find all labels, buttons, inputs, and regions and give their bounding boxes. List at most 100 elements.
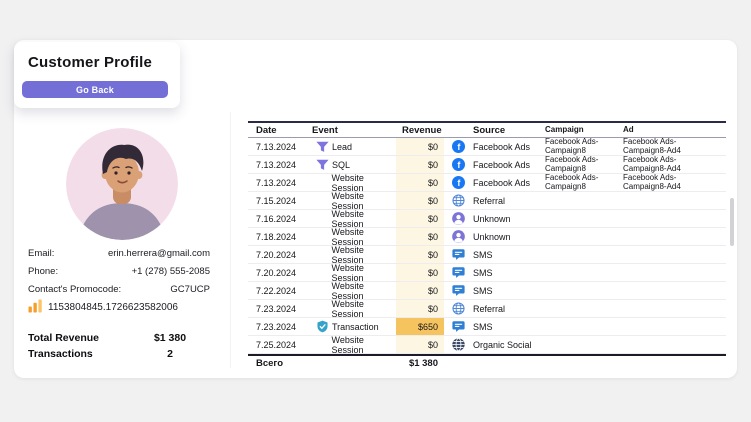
person-icon <box>451 230 465 243</box>
email-value: erin.herrera@gmail.com <box>108 248 210 259</box>
table-row[interactable]: 7.20.2024 Website Session $0 SMS <box>248 264 726 282</box>
cell-event: Website Session <box>312 192 396 209</box>
cell-event: Lead <box>312 138 396 155</box>
source-label: Unknown <box>473 214 511 224</box>
cell-revenue: $0 <box>396 138 444 155</box>
table-row[interactable]: 7.20.2024 Website Session $0 SMS <box>248 246 726 264</box>
source-label: Facebook Ads <box>473 142 530 152</box>
cell-revenue: $0 <box>396 336 444 353</box>
cell-source: Organic Social <box>444 336 545 353</box>
table-row[interactable]: 7.18.2024 Website Session $0 Unknown <box>248 228 726 246</box>
facebook-icon: f <box>451 158 465 171</box>
table-row[interactable]: 7.13.2024 SQL $0 f Facebook Ads Facebook… <box>248 156 726 174</box>
table-row[interactable]: 7.23.2024 Website Session $0 Referral <box>248 300 726 318</box>
cell-ad <box>623 210 726 227</box>
cell-ad <box>623 246 726 263</box>
bar-chart-icon <box>28 299 43 316</box>
cell-date: 7.25.2024 <box>248 336 312 353</box>
cell-source: f Facebook Ads <box>444 138 545 155</box>
table-row[interactable]: 7.22.2024 Website Session $0 SMS <box>248 282 726 300</box>
phone-value: +1 (278) 555-2085 <box>132 266 210 277</box>
transactions-value: 2 <box>140 348 200 360</box>
table-row[interactable]: 7.25.2024 Website Session $0 Organic Soc… <box>248 336 726 354</box>
event-label: Website Session <box>332 173 397 193</box>
cell-source: Unknown <box>444 228 545 245</box>
cell-source: SMS <box>444 264 545 281</box>
table-header-row: Date Event Revenue Source Campaign Ad <box>248 121 726 138</box>
cell-ad <box>623 228 726 245</box>
cell-ad <box>623 264 726 281</box>
table-row[interactable]: 7.13.2024 Lead $0 f Facebook Ads Faceboo… <box>248 138 726 156</box>
cell-revenue: $0 <box>396 174 444 191</box>
cell-event: Website Session <box>312 300 396 317</box>
panel-divider <box>230 112 231 368</box>
svg-text:f: f <box>457 160 460 170</box>
email-label: Email: <box>28 248 54 259</box>
tracking-id-value: 1153804845.1726623582006 <box>48 302 178 313</box>
cell-campaign: Facebook Ads-Campaign8 <box>545 174 623 191</box>
cell-campaign <box>545 210 623 227</box>
event-label: Website Session <box>332 227 397 247</box>
cell-date: 7.20.2024 <box>248 246 312 263</box>
event-label: Website Session <box>332 281 397 301</box>
globe-icon <box>451 302 465 315</box>
svg-text:f: f <box>457 142 460 152</box>
source-label: Facebook Ads <box>473 178 530 188</box>
totals-section: Total Revenue $1 380 Transactions 2 <box>28 330 218 362</box>
transaction-icon <box>315 320 329 333</box>
cell-ad <box>623 192 726 209</box>
table-row[interactable]: 7.15.2024 Website Session $0 Referral <box>248 192 726 210</box>
event-label: Website Session <box>332 209 397 229</box>
cell-date: 7.13.2024 <box>248 174 312 191</box>
source-label: Referral <box>473 304 505 314</box>
go-back-button[interactable]: Go Back <box>22 81 168 98</box>
table-scrollbar-thumb[interactable] <box>730 198 734 246</box>
cell-revenue: $0 <box>396 156 444 173</box>
source-label: Organic Social <box>473 340 532 350</box>
total-revenue-value: $1 380 <box>140 332 200 344</box>
cell-date: 7.13.2024 <box>248 138 312 155</box>
table-row[interactable]: 7.23.2024 Transaction $650 SMS <box>248 318 726 336</box>
column-header-ad: Ad <box>623 123 726 137</box>
event-label: Website Session <box>332 191 397 211</box>
cell-date: 7.15.2024 <box>248 192 312 209</box>
cell-date: 7.23.2024 <box>248 300 312 317</box>
cell-event: Website Session <box>312 336 396 353</box>
promocode-label: Contact's Promocode: <box>28 284 121 295</box>
transactions-row: Transactions 2 <box>28 346 218 362</box>
funnel-icon <box>315 141 329 153</box>
page-title: Customer Profile <box>28 54 170 71</box>
table-total-row: Всего $1 380 <box>248 354 726 370</box>
cell-revenue: $0 <box>396 300 444 317</box>
page-header-card: Customer Profile Go Back <box>14 42 180 108</box>
event-label: SQL <box>332 160 350 170</box>
table-row[interactable]: 7.13.2024 Website Session $0 f Facebook … <box>248 174 726 192</box>
table-row[interactable]: 7.16.2024 Website Session $0 Unknown <box>248 210 726 228</box>
cell-ad <box>623 282 726 299</box>
column-header-date: Date <box>248 123 312 137</box>
event-label: Website Session <box>332 245 397 265</box>
cell-date: 7.22.2024 <box>248 282 312 299</box>
cell-revenue: $0 <box>396 192 444 209</box>
phone-row: Phone: +1 (278) 555-2085 <box>28 262 210 280</box>
cell-source: f Facebook Ads <box>444 174 545 191</box>
cell-revenue: $0 <box>396 282 444 299</box>
cell-campaign <box>545 192 623 209</box>
cell-event: Transaction <box>312 318 396 335</box>
cell-event: Website Session <box>312 282 396 299</box>
cell-event: Website Session <box>312 174 396 191</box>
cell-date: 7.23.2024 <box>248 318 312 335</box>
cell-event: Website Session <box>312 264 396 281</box>
cell-campaign <box>545 282 623 299</box>
event-label: Transaction <box>332 322 379 332</box>
cell-date: 7.13.2024 <box>248 156 312 173</box>
cell-campaign <box>545 300 623 317</box>
cell-ad: Facebook Ads-Campaign8-Ad4 <box>623 156 726 173</box>
sms-icon <box>451 248 465 261</box>
cell-ad <box>623 300 726 317</box>
cell-event: Website Session <box>312 246 396 263</box>
event-label: Lead <box>332 142 352 152</box>
total-revenue-row: Total Revenue $1 380 <box>28 330 218 346</box>
cell-source: SMS <box>444 282 545 299</box>
person-icon <box>451 212 465 225</box>
